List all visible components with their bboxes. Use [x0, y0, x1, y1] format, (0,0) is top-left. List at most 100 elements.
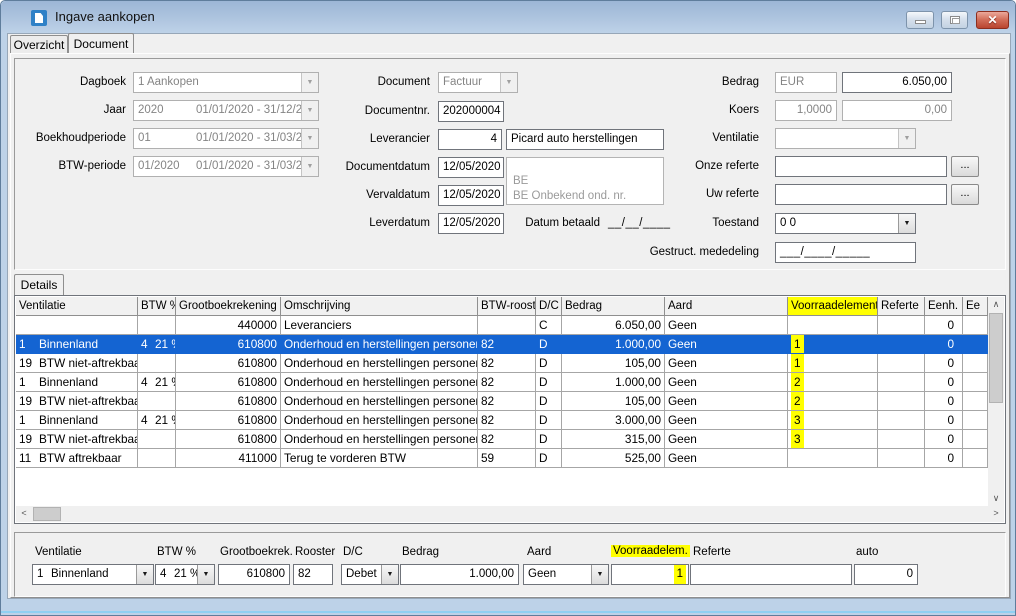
cell-eenh1: 0	[925, 392, 963, 411]
document-select[interactable]: Factuur▼	[438, 72, 518, 93]
cell-btw-pct: 421 %	[138, 335, 176, 354]
documentnr-input[interactable]: 202000004	[438, 101, 504, 122]
cell-ventilatie: 19BTW niet-aftrekbaar	[16, 354, 138, 373]
column-header-btw-[interactable]: BTW %	[138, 297, 176, 316]
column-header-grootboekrekening[interactable]: Grootboekrekening	[176, 297, 281, 316]
cell-eenh2	[963, 354, 988, 373]
table-row[interactable]: 11BTW aftrekbaar411000Terug te vorderen …	[16, 449, 988, 468]
tab-details[interactable]: Details	[14, 274, 64, 295]
editor-referte-input[interactable]	[690, 564, 852, 585]
koers-rate-input[interactable]: 1,0000	[775, 100, 837, 121]
table-row[interactable]: 1Binnenland421 %610800Onderhoud en herst…	[16, 335, 988, 354]
uw-referte-browse-button[interactable]: ...	[951, 184, 979, 205]
chevron-up-icon[interactable]: ∧	[988, 297, 1004, 312]
btw-periode-select[interactable]: 01/202001/01/2020 - 31/03/2020▼	[133, 156, 319, 177]
editor-btw-select[interactable]: 421 %▼	[155, 564, 215, 585]
leverancier-label: Leverancier	[322, 133, 430, 145]
client-area: Overzicht Document Dagboek 1 Aankopen▼ J…	[7, 33, 1011, 599]
column-header-btw-rooster[interactable]: BTW-rooster	[478, 297, 536, 316]
vertical-scrollbar[interactable]: ∧ ∨	[988, 297, 1004, 506]
table-row[interactable]: 440000LeveranciersC6.050,00Geen0	[16, 316, 988, 335]
table-row[interactable]: 19BTW niet-aftrekbaar610800Onderhoud en …	[16, 430, 988, 449]
table-header-row: VentilatieBTW %GrootboekrekeningOmschrij…	[16, 297, 988, 316]
editor-rooster-input[interactable]: 82	[293, 564, 333, 585]
column-header-omschrijving[interactable]: Omschrijving	[281, 297, 478, 316]
editor-aard-label: Aard	[527, 546, 551, 558]
close-button[interactable]: ✕	[976, 11, 1009, 29]
horizontal-scrollbar[interactable]: < >	[16, 506, 1004, 522]
datum-betaald-label: Datum betaald	[514, 217, 600, 229]
table-row[interactable]: 1Binnenland421 %610800Onderhoud en herst…	[16, 373, 988, 392]
chevron-down-icon[interactable]: ∨	[988, 491, 1004, 506]
cell-eenh1: 0	[925, 316, 963, 335]
uw-referte-label: Uw referte	[642, 188, 759, 200]
leverancier-name-input[interactable]: Picard auto herstellingen	[506, 129, 664, 150]
editor-aard-select[interactable]: Geen▼	[523, 564, 609, 585]
chevron-right-icon[interactable]: >	[988, 506, 1004, 521]
column-header-ventilatie[interactable]: Ventilatie	[16, 297, 138, 316]
boekhoudperiode-label: Boekhoudperiode	[16, 132, 126, 144]
country-note: BE Onbekend ond. nr.	[513, 189, 663, 204]
cell-bedrag: 105,00	[562, 354, 665, 373]
cell-referte	[878, 411, 925, 430]
horizontal-scrollbar-thumb[interactable]	[33, 507, 61, 521]
vervaldatum-input[interactable]: 12/05/2020	[438, 185, 504, 206]
bedrag-currency-input[interactable]: EUR	[775, 72, 837, 93]
toestand-select[interactable]: 0 0▼	[775, 213, 916, 234]
cell-eenh1: 0	[925, 354, 963, 373]
titlebar[interactable]: Ingave aankopen ✕	[1, 1, 1015, 33]
table-row[interactable]: 19BTW niet-aftrekbaar610800Onderhoud en …	[16, 354, 988, 373]
vertical-scrollbar-thumb[interactable]	[989, 313, 1003, 403]
onze-referte-input[interactable]	[775, 156, 947, 177]
cell-ventilatie: 1Binnenland	[16, 335, 138, 354]
editor-voorraadelem-input[interactable]: 1	[611, 564, 689, 585]
cell-omschrijving: Onderhoud en herstellingen personenw	[281, 430, 478, 449]
maximize-button[interactable]	[941, 11, 968, 29]
leverancier-code-input[interactable]: 4	[438, 129, 502, 150]
cell-btw-rooster: 59	[478, 449, 536, 468]
column-header-eenh-1[interactable]: Eenh. 1	[925, 297, 963, 316]
cell-aard: Geen	[665, 335, 788, 354]
documentdatum-input[interactable]: 12/05/2020	[438, 157, 504, 178]
cell-omschrijving: Leveranciers	[281, 316, 478, 335]
cell-omschrijving: Onderhoud en herstellingen personenw	[281, 373, 478, 392]
editor-ventilatie-select[interactable]: 1Binnenland▼	[32, 564, 154, 585]
dagboek-select[interactable]: 1 Aankopen▼	[133, 72, 319, 93]
onze-referte-browse-button[interactable]: ...	[951, 156, 979, 177]
cell-omschrijving: Onderhoud en herstellingen personenw	[281, 411, 478, 430]
cell-aard: Geen	[665, 316, 788, 335]
cell-bedrag: 3.000,00	[562, 411, 665, 430]
cell-eenh2	[963, 316, 988, 335]
leverdatum-input[interactable]: 12/05/2020	[438, 213, 504, 234]
cell-btw-pct: 421 %	[138, 373, 176, 392]
column-header-voorraadelement[interactable]: Voorraadelement	[788, 297, 878, 316]
column-header-bedrag[interactable]: Bedrag	[562, 297, 665, 316]
editor-dc-select[interactable]: Debet▼	[341, 564, 399, 585]
gestruct-mededeling-input[interactable]: ___/____/_____	[775, 242, 916, 263]
table-row[interactable]: 1Binnenland421 %610800Onderhoud en herst…	[16, 411, 988, 430]
column-header-referte[interactable]: Referte	[878, 297, 925, 316]
editor-grootboekrek-input[interactable]: 610800	[218, 564, 290, 585]
editor-auto-input[interactable]: 0	[854, 564, 918, 585]
boekhoudperiode-select[interactable]: 0101/01/2020 - 31/03/2020▼	[133, 128, 319, 149]
column-header-ee[interactable]: Ee	[963, 297, 988, 316]
chevron-left-icon[interactable]: <	[16, 506, 32, 521]
tab-document[interactable]: Document	[68, 33, 134, 54]
minimize-button[interactable]	[906, 11, 934, 29]
cell-eenh2	[963, 373, 988, 392]
chevron-down-icon: ▼	[381, 565, 398, 584]
uw-referte-input[interactable]	[775, 184, 947, 205]
jaar-select[interactable]: 202001/01/2020 - 31/12/2020▼	[133, 100, 319, 121]
editor-bedrag-input[interactable]: 1.000,00	[400, 564, 519, 585]
column-header-aard[interactable]: Aard	[665, 297, 788, 316]
column-header-d-c[interactable]: D/C	[536, 297, 562, 316]
cell-ventilatie	[16, 316, 138, 335]
cell-btw-rooster: 82	[478, 373, 536, 392]
koers-value-input[interactable]: 0,00	[842, 100, 952, 121]
ventilatie-select[interactable]: ▼	[775, 128, 916, 149]
editor-bedrag-label: Bedrag	[402, 546, 439, 558]
bedrag-input[interactable]: 6.050,00	[842, 72, 952, 93]
table-row[interactable]: 19BTW niet-aftrekbaar610800Onderhoud en …	[16, 392, 988, 411]
editor-ventilatie-label: Ventilatie	[35, 546, 82, 558]
tab-overzicht[interactable]: Overzicht	[10, 35, 68, 54]
